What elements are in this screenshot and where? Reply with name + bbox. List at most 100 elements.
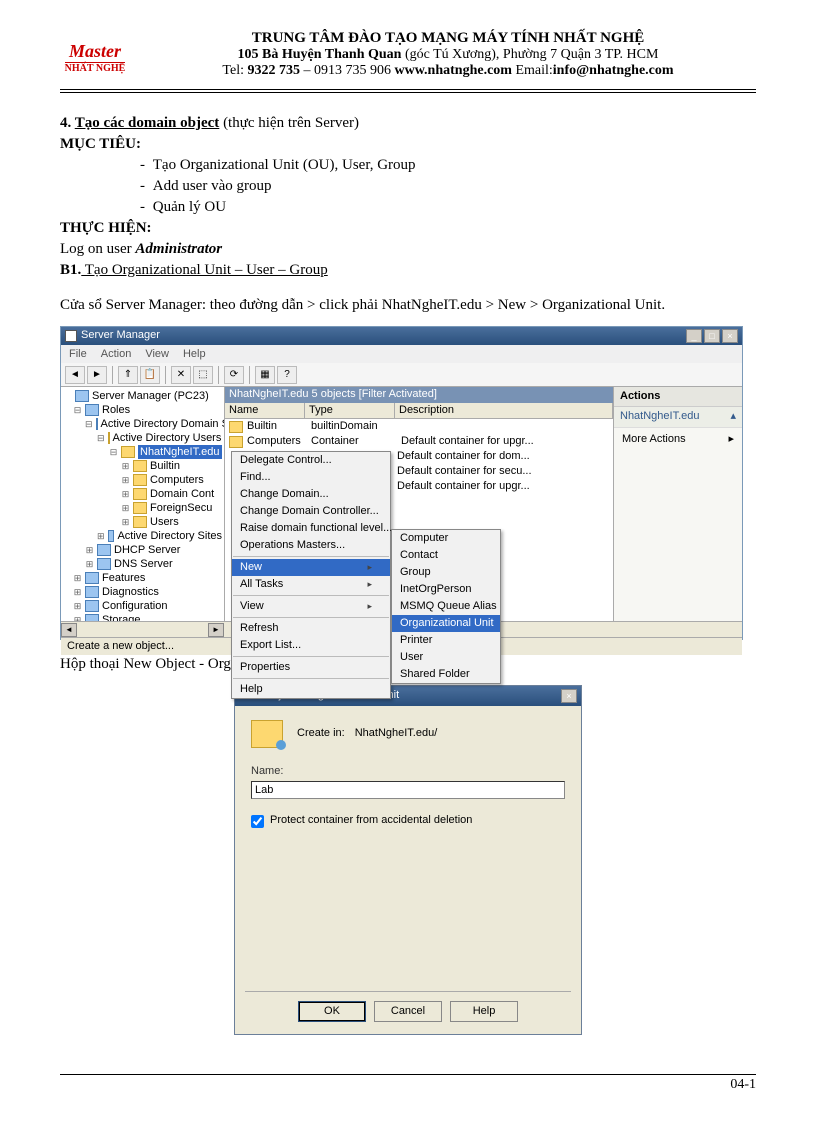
menu-new[interactable]: New <box>232 559 390 576</box>
new-msmq[interactable]: MSMQ Queue Alias <box>392 598 500 615</box>
menu-help[interactable]: Help <box>232 681 390 698</box>
ou-icon <box>251 720 283 748</box>
new-shared-folder[interactable]: Shared Folder <box>392 666 500 683</box>
refresh-button[interactable]: ⟳ <box>224 366 244 384</box>
folder-icon <box>133 474 147 486</box>
tree-domain[interactable]: NhatNgheIT.edu <box>138 445 222 459</box>
new-ou-dialog: New Object - Organizational Unit × Creat… <box>234 685 582 1035</box>
admin-user: Administrator <box>135 241 222 257</box>
new-ou[interactable]: Organizational Unit <box>392 615 500 632</box>
window-title: Server Manager <box>81 328 160 343</box>
tree-storage[interactable]: Storage <box>102 613 141 621</box>
tree-adds[interactable]: Active Directory Domain Services <box>101 417 225 431</box>
tree-adsites[interactable]: Active Directory Sites <box>117 529 222 543</box>
new-printer[interactable]: Printer <box>392 632 500 649</box>
col-type[interactable]: Type <box>305 403 395 418</box>
scroll-right-icon[interactable]: ► <box>208 623 224 637</box>
menu-refresh[interactable]: Refresh <box>232 620 390 637</box>
menu-change-domain[interactable]: Change Domain... <box>232 486 390 503</box>
list-row[interactable]: BuiltinbuiltinDomain <box>225 419 613 434</box>
config-icon <box>85 600 99 612</box>
menu-properties[interactable]: Properties <box>232 659 390 676</box>
toolbar-icon[interactable]: ✕ <box>171 366 191 384</box>
goal-item: Tạo Organizational Unit (OU), User, Grou… <box>140 155 756 176</box>
domain-icon <box>121 446 135 458</box>
logo: Master NHẤT NGHỆ <box>60 30 130 85</box>
tree-config[interactable]: Configuration <box>102 599 167 613</box>
step-text: Tạo Organizational Unit – User – Group <box>81 262 327 278</box>
new-user[interactable]: User <box>392 649 500 666</box>
menu-file[interactable]: File <box>69 347 87 361</box>
menu-change-dc[interactable]: Change Domain Controller... <box>232 503 390 520</box>
menu-find[interactable]: Find... <box>232 469 390 486</box>
toolbar-icon[interactable]: ⬚ <box>193 366 213 384</box>
minimize-button[interactable]: _ <box>686 329 702 343</box>
menu-view[interactable]: View <box>145 347 169 361</box>
menu-export[interactable]: Export List... <box>232 637 390 654</box>
new-inetorgperson[interactable]: InetOrgPerson <box>392 581 500 598</box>
step-num: B1. <box>60 262 81 278</box>
col-name[interactable]: Name <box>225 403 305 418</box>
menu-delegate[interactable]: Delegate Control... <box>232 452 390 469</box>
new-contact[interactable]: Contact <box>392 547 500 564</box>
cancel-button[interactable]: Cancel <box>374 1001 442 1022</box>
protect-label: Protect container from accidental deleti… <box>270 813 472 828</box>
menu-view[interactable]: View <box>232 598 390 615</box>
menu-action[interactable]: Action <box>101 347 132 361</box>
close-button[interactable]: × <box>722 329 738 343</box>
new-computer[interactable]: Computer <box>392 530 500 547</box>
forward-button[interactable]: ► <box>87 366 107 384</box>
tree-dhcp[interactable]: DHCP Server <box>114 543 180 557</box>
b1-line: B1. Tạo Organizational Unit – User – Gro… <box>60 260 756 281</box>
tree-aduac[interactable]: Active Directory Users and Co <box>113 431 225 445</box>
list-header: NhatNgheIT.edu 5 objects [Filter Activat… <box>225 387 613 403</box>
email: info@nhatnghe.com <box>553 63 674 78</box>
tree-features[interactable]: Features <box>102 571 145 585</box>
toolbar-icon[interactable]: ▦ <box>255 366 275 384</box>
tree-pane[interactable]: Server Manager (PC23) ⊟Roles ⊟Active Dir… <box>61 387 225 621</box>
name-input[interactable] <box>251 781 565 799</box>
dialog-close-button[interactable]: × <box>561 689 577 703</box>
ok-button[interactable]: OK <box>298 1001 366 1022</box>
protect-checkbox[interactable] <box>251 815 264 828</box>
menu-raise-level[interactable]: Raise domain functional level... <box>232 520 390 537</box>
tree-root[interactable]: Server Manager (PC23) <box>92 389 209 403</box>
section-text: Tạo các domain object <box>75 115 220 131</box>
diag-icon <box>85 586 99 598</box>
tree-computers[interactable]: Computers <box>150 473 204 487</box>
tree-diag[interactable]: Diagnostics <box>102 585 159 599</box>
address-rest: (góc Tú Xương), Phường 7 Quận 3 TP. HCM <box>401 47 658 62</box>
tree-foreign[interactable]: ForeignSecu <box>150 501 212 515</box>
actions-more[interactable]: More Actions▸ <box>614 428 742 451</box>
scroll-left-icon[interactable]: ◄ <box>61 623 77 637</box>
up-button[interactable]: ⇑ <box>118 366 138 384</box>
tree-roles[interactable]: Roles <box>102 403 130 417</box>
page-number: 04-1 <box>60 1077 756 1093</box>
logon-text: Log on user <box>60 241 135 257</box>
toolbar-icon[interactable]: ? <box>277 366 297 384</box>
tree-builtin[interactable]: Builtin <box>150 459 180 473</box>
toolbar-icon[interactable]: 📋 <box>140 366 160 384</box>
cell-type: builtinDomain <box>311 419 401 434</box>
folder-icon <box>133 516 147 528</box>
col-desc[interactable]: Description <box>395 403 613 418</box>
menu-help[interactable]: Help <box>183 347 206 361</box>
cell-type: Container <box>311 434 401 449</box>
maximize-button[interactable]: □ <box>704 329 720 343</box>
menu-op-masters[interactable]: Operations Masters... <box>232 537 390 554</box>
tree-domcont[interactable]: Domain Cont <box>150 487 214 501</box>
header-text: TRUNG TÂM ĐÀO TẠO MẠNG MÁY TÍNH NHẤT NGH… <box>140 30 756 79</box>
titlebar[interactable]: Server Manager _ □ × <box>61 327 742 345</box>
server-icon <box>75 390 89 402</box>
cell-name: Computers <box>247 434 311 449</box>
list-row[interactable]: ComputersContainerDefault container for … <box>225 434 613 449</box>
help-button[interactable]: Help <box>450 1001 518 1022</box>
folder-icon <box>229 436 243 448</box>
new-group[interactable]: Group <box>392 564 500 581</box>
tree-users[interactable]: Users <box>150 515 179 529</box>
back-button[interactable]: ◄ <box>65 366 85 384</box>
menu-all-tasks[interactable]: All Tasks <box>232 576 390 593</box>
actions-pane: Actions NhatNgheIT.edu▴ More Actions▸ <box>614 387 742 621</box>
document-body: 4. Tạo các domain object (thực hiện trên… <box>60 113 756 1035</box>
tree-dns[interactable]: DNS Server <box>114 557 173 571</box>
